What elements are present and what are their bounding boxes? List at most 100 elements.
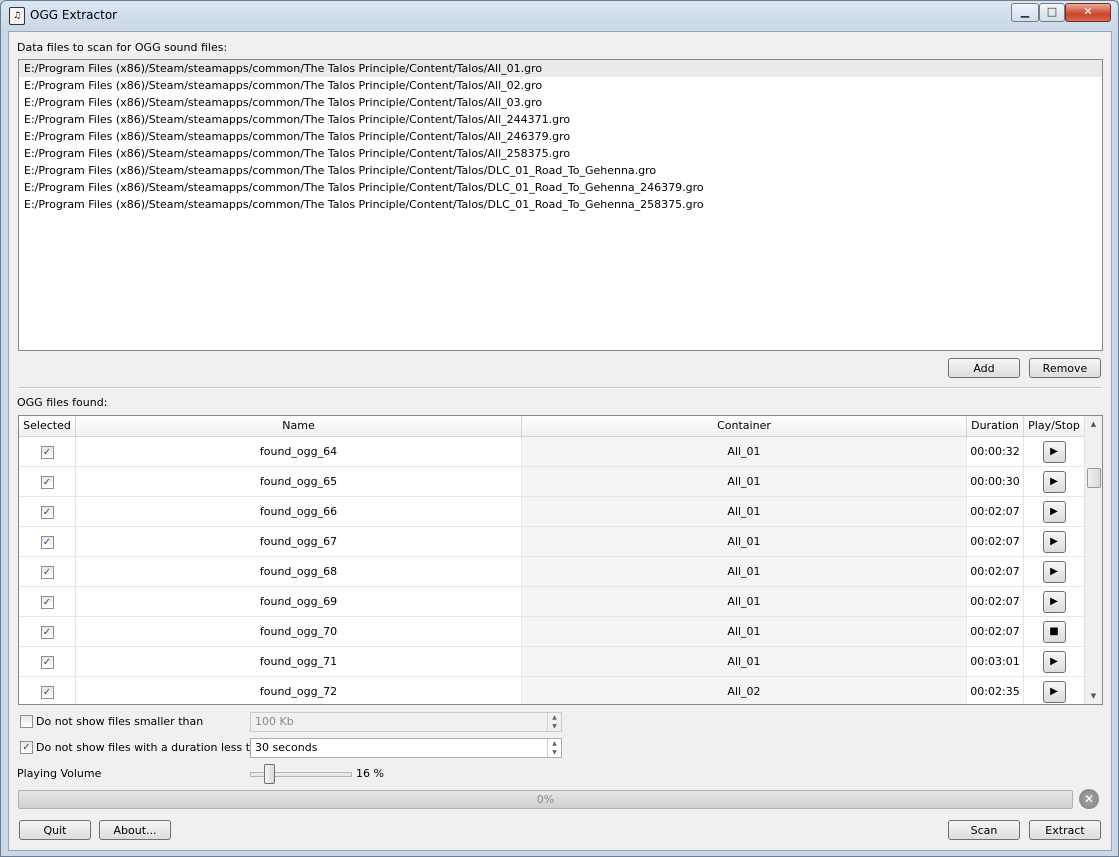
play-stop-cell: ▶ — [1024, 557, 1085, 586]
add-button[interactable]: Add — [948, 358, 1020, 378]
maximize-icon: □ — [1046, 5, 1058, 18]
title-bar[interactable]: ♫ OGG Extractor ▁ □ ✕ — [1, 1, 1118, 29]
table-row[interactable]: ✓ found_ogg_64 All_01 00:00:32 ▶ — [19, 437, 1085, 467]
duration-cell: 00:02:07 — [967, 617, 1024, 646]
column-header-play-stop[interactable]: Play/Stop — [1024, 416, 1085, 436]
play-button[interactable]: ▶ — [1042, 591, 1066, 613]
name-cell: found_ogg_67 — [76, 527, 522, 556]
remove-button[interactable]: Remove — [1029, 358, 1101, 378]
play-button[interactable]: ▶ — [1042, 651, 1066, 673]
play-stop-cell: ▶ — [1024, 437, 1085, 466]
duration-filter-checkbox[interactable]: ✓ — [20, 741, 33, 754]
volume-value: 16 % — [356, 767, 384, 780]
maximize-button[interactable]: □ — [1039, 3, 1065, 22]
row-checkbox[interactable]: ✓ — [40, 475, 54, 489]
column-header-duration[interactable]: Duration — [967, 416, 1024, 436]
column-header-container[interactable]: Container — [522, 416, 967, 436]
size-filter-label: Do not show files smaller than — [36, 715, 204, 728]
selected-cell: ✓ — [19, 557, 76, 586]
quit-button[interactable]: Quit — [19, 820, 91, 840]
spin-arrows-icon[interactable]: ▲ ▼ — [547, 713, 561, 731]
list-item[interactable]: E:/Program Files (x86)/Steam/steamapps/c… — [19, 145, 1102, 162]
selected-cell: ✓ — [19, 527, 76, 556]
row-checkbox[interactable]: ✓ — [40, 625, 54, 639]
play-stop-cell: ▶ — [1024, 527, 1085, 556]
play-button[interactable]: ▶ — [1042, 561, 1066, 583]
play-stop-cell: ■ — [1024, 617, 1085, 646]
list-item[interactable]: E:/Program Files (x86)/Steam/steamapps/c… — [19, 179, 1102, 196]
about-button[interactable]: About... — [99, 820, 171, 840]
container-cell: All_01 — [522, 497, 967, 526]
scroll-thumb[interactable] — [1087, 468, 1101, 488]
play-stop-cell: ▶ — [1024, 497, 1085, 526]
table-row[interactable]: ✓ found_ogg_72 All_02 00:02:35 ▶ — [19, 677, 1085, 704]
data-files-list[interactable]: E:/Program Files (x86)/Steam/steamapps/c… — [18, 59, 1103, 351]
duration-cell: 00:02:07 — [967, 587, 1024, 616]
row-checkbox[interactable]: ✓ — [40, 655, 54, 669]
table-row[interactable]: ✓ found_ogg_70 All_01 00:02:07 ■ — [19, 617, 1085, 647]
table-row[interactable]: ✓ found_ogg_67 All_01 00:02:07 ▶ — [19, 527, 1085, 557]
name-cell: found_ogg_68 — [76, 557, 522, 586]
main-window: ♫ OGG Extractor ▁ □ ✕ Data files to scan… — [0, 0, 1119, 857]
list-item[interactable]: E:/Program Files (x86)/Steam/steamapps/c… — [19, 94, 1102, 111]
table-scrollbar[interactable]: ▲ ▼ — [1084, 416, 1102, 704]
list-item[interactable]: E:/Program Files (x86)/Steam/steamapps/c… — [19, 162, 1102, 179]
table-row[interactable]: ✓ found_ogg_69 All_01 00:02:07 ▶ — [19, 587, 1085, 617]
name-cell: found_ogg_66 — [76, 497, 522, 526]
row-checkbox[interactable]: ✓ — [40, 565, 54, 579]
container-cell: All_01 — [522, 467, 967, 496]
scroll-up-icon[interactable]: ▲ — [1085, 416, 1102, 432]
ogg-files-table[interactable]: Selected Name Container Duration Play/St… — [18, 415, 1103, 705]
play-icon: ▶ — [1050, 446, 1058, 457]
list-item[interactable]: E:/Program Files (x86)/Steam/steamapps/c… — [19, 77, 1102, 94]
list-item[interactable]: E:/Program Files (x86)/Steam/steamapps/c… — [19, 60, 1102, 77]
list-item[interactable]: E:/Program Files (x86)/Steam/steamapps/c… — [19, 111, 1102, 128]
duration-cell: 00:03:01 — [967, 647, 1024, 676]
name-cell: found_ogg_71 — [76, 647, 522, 676]
row-checkbox[interactable]: ✓ — [40, 535, 54, 549]
row-checkbox[interactable]: ✓ — [40, 595, 54, 609]
duration-filter-spinbox[interactable]: 30 seconds ▲ ▼ — [250, 738, 562, 758]
table-row[interactable]: ✓ found_ogg_68 All_01 00:02:07 ▶ — [19, 557, 1085, 587]
container-cell: All_01 — [522, 587, 967, 616]
table-row[interactable]: ✓ found_ogg_66 All_01 00:02:07 ▶ — [19, 497, 1085, 527]
container-cell: All_01 — [522, 527, 967, 556]
table-row[interactable]: ✓ found_ogg_71 All_01 00:03:01 ▶ — [19, 647, 1085, 677]
scroll-down-icon[interactable]: ▼ — [1085, 688, 1102, 704]
table-row[interactable]: ✓ found_ogg_65 All_01 00:00:30 ▶ — [19, 467, 1085, 497]
scan-button[interactable]: Scan — [948, 820, 1020, 840]
play-button[interactable]: ▶ — [1042, 441, 1066, 463]
play-button[interactable]: ▶ — [1042, 471, 1066, 493]
name-cell: found_ogg_72 — [76, 677, 522, 704]
play-icon: ▶ — [1050, 686, 1058, 697]
close-button[interactable]: ✕ — [1065, 3, 1111, 22]
list-item[interactable]: E:/Program Files (x86)/Steam/steamapps/c… — [19, 128, 1102, 145]
duration-filter-label: Do not show files with a duration less t… — [36, 741, 271, 754]
name-cell: found_ogg_64 — [76, 437, 522, 466]
play-button[interactable]: ▶ — [1042, 681, 1066, 703]
play-button[interactable]: ▶ — [1042, 531, 1066, 553]
row-checkbox[interactable]: ✓ — [40, 685, 54, 699]
client-area: Data files to scan for OGG sound files: … — [8, 31, 1112, 851]
spin-arrows-icon[interactable]: ▲ ▼ — [547, 739, 561, 757]
minimize-button[interactable]: ▁ — [1011, 3, 1039, 22]
extract-button[interactable]: Extract — [1029, 820, 1101, 840]
duration-cell: 00:02:07 — [967, 557, 1024, 586]
list-item[interactable]: E:/Program Files (x86)/Steam/steamapps/c… — [19, 196, 1102, 213]
column-header-name[interactable]: Name — [76, 416, 522, 436]
play-icon: ▶ — [1050, 566, 1058, 577]
size-filter-checkbox[interactable] — [20, 715, 33, 728]
column-header-selected[interactable]: Selected — [19, 416, 76, 436]
play-stop-cell: ▶ — [1024, 677, 1085, 704]
cancel-icon[interactable]: ✕ — [1079, 789, 1099, 809]
stop-button[interactable]: ■ — [1042, 621, 1066, 643]
play-stop-cell: ▶ — [1024, 467, 1085, 496]
volume-label: Playing Volume — [17, 767, 102, 780]
size-filter-spinbox[interactable]: 100 Kb ▲ ▼ — [250, 712, 562, 732]
volume-slider-handle[interactable] — [264, 764, 276, 784]
minimize-icon: ▁ — [1020, 5, 1030, 18]
row-checkbox[interactable]: ✓ — [40, 445, 54, 459]
selected-cell: ✓ — [19, 497, 76, 526]
row-checkbox[interactable]: ✓ — [40, 505, 54, 519]
play-button[interactable]: ▶ — [1042, 501, 1066, 523]
